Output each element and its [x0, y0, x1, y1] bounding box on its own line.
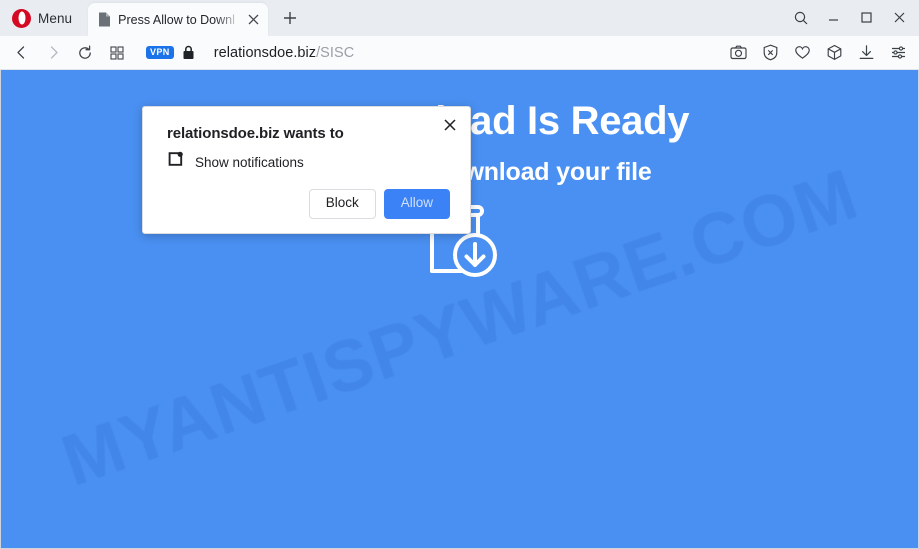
downloads-icon[interactable] [853, 40, 879, 66]
browser-toolbar-icons [725, 40, 911, 66]
page-favicon-icon [98, 12, 111, 27]
notification-permission-dialog: relationsdoe.biz wants to Show notificat… [142, 106, 471, 234]
crypto-wallet-cube-icon[interactable] [821, 40, 847, 66]
easy-setup-sliders-icon[interactable] [885, 40, 911, 66]
url-host: relationsdoe.biz [213, 44, 317, 61]
opera-browser-window: Menu Press Allow to Downl VPN relationsd… [0, 0, 919, 549]
permission-label: Show notifications [195, 154, 304, 170]
tab-strip: Menu Press Allow to Downl [0, 0, 919, 36]
tab-close-icon[interactable] [244, 11, 262, 29]
block-button[interactable]: Block [308, 189, 376, 219]
tab-title: Press Allow to Downl [118, 12, 235, 27]
search-icon[interactable] [785, 3, 816, 32]
dialog-title: relationsdoe.biz wants to [167, 125, 344, 142]
allow-button[interactable]: Allow [383, 189, 450, 219]
minimize-icon[interactable] [818, 3, 849, 32]
opera-logo-icon [12, 8, 31, 28]
navigation-bar: VPN relationsdoe.biz/SISC [0, 36, 919, 70]
browser-tab-active[interactable]: Press Allow to Downl [88, 3, 269, 36]
permission-row: Show notifications [167, 151, 450, 173]
back-arrow-icon[interactable] [6, 39, 36, 67]
notifications-icon [167, 151, 184, 173]
snapshot-camera-icon[interactable] [725, 40, 751, 66]
reload-icon[interactable] [70, 39, 100, 67]
close-icon[interactable] [884, 3, 915, 32]
forward-arrow-icon [38, 39, 68, 67]
new-tab-button[interactable] [275, 3, 305, 33]
dialog-actions: Block Allow [167, 189, 450, 219]
window-controls [785, 3, 915, 32]
address-bar[interactable]: VPN relationsdoe.biz/SISC [146, 39, 713, 67]
url-text[interactable]: relationsdoe.biz/SISC [204, 45, 355, 61]
web-page-content: MYANTISPYWARE.COM Your Download Is Ready… [0, 70, 919, 549]
lock-icon[interactable] [182, 45, 196, 60]
vpn-badge[interactable]: VPN [146, 46, 174, 59]
dialog-close-icon[interactable] [438, 113, 462, 137]
menu-button-label: Menu [38, 10, 73, 26]
opera-menu-button[interactable]: Menu [6, 3, 82, 33]
url-path: /SISC [316, 44, 355, 61]
heart-icon[interactable] [789, 40, 815, 66]
ad-blocker-shield-icon[interactable] [757, 40, 783, 66]
tab-grid-icon[interactable] [102, 39, 132, 67]
maximize-icon[interactable] [851, 3, 882, 32]
